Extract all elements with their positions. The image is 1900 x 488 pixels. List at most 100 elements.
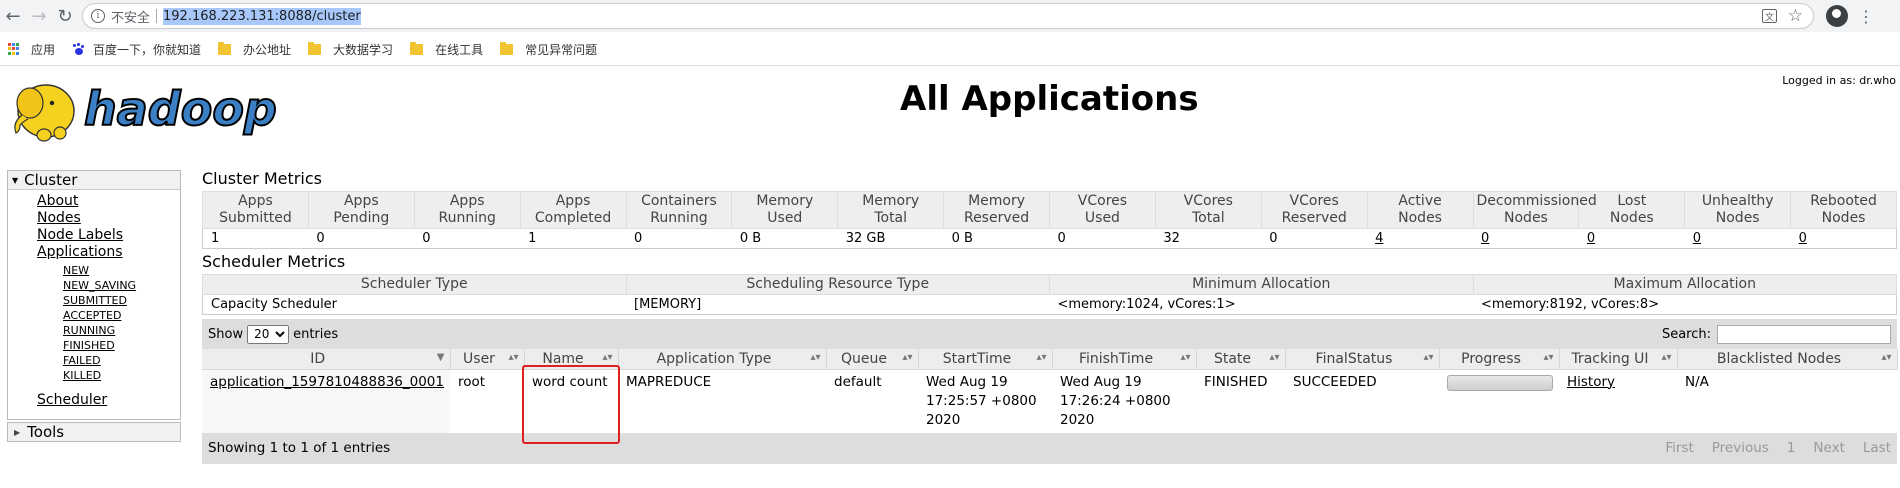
profile-avatar-icon[interactable] <box>1826 5 1848 27</box>
security-label: 不安全 <box>111 10 151 26</box>
nav-link-killed[interactable]: KILLED <box>63 368 180 383</box>
bookmark-label: 在线工具 <box>435 42 484 57</box>
main-content: Cluster Metrics Apps Submitted Apps Pending… <box>202 170 1898 464</box>
bookmark-label: 办公地址 <box>243 42 292 57</box>
show-label: Show <box>208 326 244 342</box>
nav-link-scheduler[interactable]: Scheduler <box>37 392 180 409</box>
omnibox[interactable]: i 不安全 192.168.223.131:8088/cluster 文 ☆ <box>82 3 1814 29</box>
nav-link-new-saving[interactable]: NEW_SAVING <box>63 278 180 293</box>
sched-value-max: <memory:8192, vCores:8> <box>1473 294 1897 315</box>
nav-link-accepted[interactable]: ACCEPTED <box>63 308 180 323</box>
history-link[interactable]: History <box>1567 374 1615 390</box>
bookmark-baidu[interactable]: 百度一下，你就知道 <box>72 41 201 58</box>
cluster-metric-header-line: Total <box>1191 210 1225 226</box>
cluster-metric-header-line: Active <box>1398 193 1442 209</box>
nav-link-submitted[interactable]: SUBMITTED <box>63 293 180 308</box>
bookmark-star-icon[interactable]: ☆ <box>1788 6 1803 26</box>
bookmark-folder-errors[interactable]: 常见异常问题 <box>500 41 597 58</box>
column-header[interactable]: Queue ▴▾ <box>826 349 919 370</box>
column-header[interactable]: FinalStatus ▴▾ <box>1285 349 1440 370</box>
column-header[interactable]: Blacklisted Nodes ▴▾ <box>1677 349 1898 370</box>
cluster-metric-header-line: Nodes <box>1504 210 1548 226</box>
back-icon[interactable]: ← <box>0 3 26 29</box>
pager-first[interactable]: First <box>1665 440 1693 456</box>
cluster-metric-value: 0 <box>626 228 732 249</box>
progress-cell <box>1439 369 1559 433</box>
column-header[interactable]: Application Type ▴▾ <box>618 349 827 370</box>
nav-link-running[interactable]: RUNNING <box>63 323 180 338</box>
search-input[interactable] <box>1717 324 1891 344</box>
cluster-metric-header: Memory Used <box>731 191 839 229</box>
page-size-select[interactable]: 20 <box>247 324 290 344</box>
cluster-metric-header-line: Lost <box>1617 193 1647 209</box>
pager-previous[interactable]: Previous <box>1712 440 1769 456</box>
app-type-cell: MAPREDUCE <box>626 373 712 390</box>
folder-icon <box>218 41 232 55</box>
tools-nav-label: Tools <box>27 423 65 441</box>
sidebar: ▼ Cluster About Nodes Node Labels Applic… <box>7 170 181 442</box>
tools-nav-header[interactable]: ▶ Tools <box>7 422 181 442</box>
cluster-metric-link[interactable]: 0 <box>1587 231 1595 246</box>
bookmark-apps[interactable]: 应用 <box>8 41 55 58</box>
pager-next[interactable]: Next <box>1813 440 1844 456</box>
cluster-metric-header-line: Memory <box>756 193 814 209</box>
app-id-link[interactable]: application_1597810488836_0001 <box>210 374 444 390</box>
column-header-label: Queue <box>841 350 887 367</box>
column-header[interactable]: State ▴▾ <box>1196 349 1286 370</box>
user-cell: root <box>458 373 486 390</box>
info-icon[interactable]: i <box>91 9 105 23</box>
cluster-metric-value: 0 <box>414 228 521 249</box>
bookmark-folder-tools[interactable]: 在线工具 <box>410 41 483 58</box>
url-text[interactable]: 192.168.223.131:8088/cluster <box>163 7 361 25</box>
nav-link-nodes[interactable]: Nodes <box>37 210 180 227</box>
cluster-metric-value: 0 <box>1049 228 1156 249</box>
cluster-metric-header-line: Reserved <box>1281 210 1347 226</box>
bookmark-label: 常见异常问题 <box>525 42 598 57</box>
reload-icon[interactable]: ↻ <box>52 3 78 29</box>
bookmark-folder-office[interactable]: 办公地址 <box>218 41 291 58</box>
sort-both-icon: ▴▾ <box>1269 352 1280 363</box>
cluster-metric-header-line: Nodes <box>1715 210 1760 226</box>
nav-link-node-labels[interactable]: Node Labels <box>37 227 180 244</box>
nav-link-about[interactable]: About <box>37 193 180 210</box>
table-row[interactable]: application_1597810488836_0001 root word… <box>202 369 1897 433</box>
nav-link-failed[interactable]: FAILED <box>63 353 180 368</box>
sched-value-min: <memory:1024, vCores:1> <box>1049 294 1473 315</box>
translate-icon[interactable]: 文 <box>1762 9 1777 23</box>
forward-icon[interactable]: → <box>26 3 52 29</box>
bookmark-label: 大数据学习 <box>333 42 394 57</box>
cluster-metric-header-line: VCores <box>1183 193 1233 209</box>
scheduler-metrics-table: Scheduler Type Scheduling Resource Type … <box>202 274 1897 315</box>
nav-link-new[interactable]: NEW <box>63 263 180 278</box>
nav-link-finished[interactable]: FINISHED <box>63 338 180 353</box>
cluster-metric-link[interactable]: 0 <box>1799 231 1807 246</box>
tracking-ui-cell: History <box>1559 369 1677 433</box>
cluster-nav-header[interactable]: ▼ Cluster <box>8 171 180 190</box>
sched-header-min: Minimum Allocation <box>1049 274 1474 295</box>
column-header[interactable]: Tracking UI ▴▾ <box>1559 349 1678 370</box>
search-label: Search: <box>1661 326 1711 342</box>
cluster-metric-link[interactable]: 0 <box>1481 231 1489 246</box>
column-header[interactable]: Progress ▴▾ <box>1439 349 1560 370</box>
cluster-metric-header-line: Pending <box>333 210 390 226</box>
column-header[interactable]: User ▴▾ <box>450 349 525 370</box>
entries-info: Showing 1 to 1 of 1 entries <box>208 440 391 456</box>
cluster-metric-header: VCores Total <box>1154 191 1262 229</box>
nav-link-applications[interactable]: Applications <box>37 244 180 261</box>
cluster-metric-header-line: Running <box>438 210 496 226</box>
cluster-metric-link[interactable]: 0 <box>1693 231 1701 246</box>
pager-last[interactable]: Last <box>1863 440 1891 456</box>
menu-kebab-icon[interactable]: ⋮ <box>1858 7 1874 26</box>
cluster-metric-link[interactable]: 4 <box>1375 231 1383 246</box>
column-header[interactable]: StartTime ▴▾ <box>918 349 1053 370</box>
cluster-metric-header-line: Reserved <box>963 210 1030 226</box>
pager-page-1[interactable]: 1 <box>1787 440 1796 456</box>
column-header[interactable]: ID ▼ <box>202 349 451 370</box>
column-header[interactable]: FinishTime ▴▾ <box>1052 349 1197 370</box>
cluster-metric-header-line: Nodes <box>1821 210 1866 226</box>
cluster-metric-header: Apps Completed <box>519 191 627 229</box>
cluster-metric-header: Rebooted Nodes <box>1790 191 1897 229</box>
cluster-metric-header-line: Memory <box>862 193 920 209</box>
search-box: Search: <box>1661 324 1891 344</box>
bookmark-folder-bigdata[interactable]: 大数据学习 <box>308 41 393 58</box>
